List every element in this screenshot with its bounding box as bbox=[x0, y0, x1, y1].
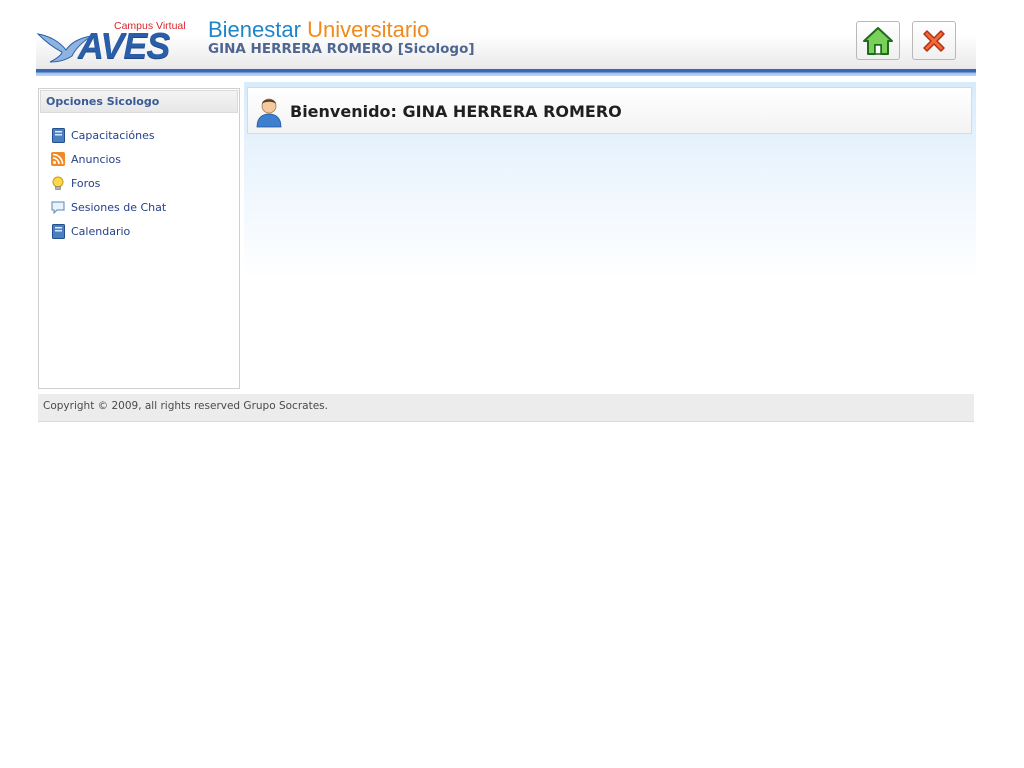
lightbulb-icon bbox=[51, 176, 65, 190]
close-icon bbox=[923, 29, 945, 52]
book-icon bbox=[51, 127, 65, 143]
app-title: Bienestar Universitario bbox=[208, 18, 429, 42]
sidebar: Opciones Sicologo Capacitaciónes Anuncio… bbox=[38, 88, 240, 389]
sidebar-item-label: Sesiones de Chat bbox=[71, 200, 167, 214]
sidebar-item-calendario[interactable]: Calendario bbox=[51, 219, 166, 243]
home-button[interactable] bbox=[856, 21, 900, 60]
footer: Copyright © 2009, all rights reserved Gr… bbox=[38, 394, 974, 422]
sidebar-item-label: Calendario bbox=[71, 224, 131, 238]
sidebar-item-foros[interactable]: Foros bbox=[51, 171, 166, 195]
sidebar-item-label: Capacitaciónes bbox=[71, 128, 155, 142]
sidebar-item-label: Foros bbox=[71, 176, 101, 190]
header-divider bbox=[36, 69, 976, 76]
sidebar-item-capacitaciones[interactable]: Capacitaciónes bbox=[51, 123, 166, 147]
welcome-panel: Bienvenido: GINA HERRERA ROMERO bbox=[247, 87, 972, 134]
welcome-message: Bienvenido: GINA HERRERA ROMERO bbox=[290, 102, 622, 121]
app-title-part2: Universitario bbox=[307, 17, 430, 42]
sidebar-menu: Capacitaciónes Anuncios Foros Sesiones d… bbox=[51, 123, 166, 243]
sidebar-item-label: Anuncios bbox=[71, 152, 122, 166]
copyright-text: Copyright © 2009, all rights reserved Gr… bbox=[43, 400, 328, 412]
chat-bubble-icon bbox=[51, 200, 65, 214]
user-avatar-icon bbox=[256, 98, 282, 128]
app-title-part1: Bienestar bbox=[208, 17, 301, 42]
logout-button[interactable] bbox=[912, 21, 956, 60]
sidebar-item-sesiones-chat[interactable]: Sesiones de Chat bbox=[51, 195, 166, 219]
sidebar-item-anuncios[interactable]: Anuncios bbox=[51, 147, 166, 171]
logo-aves-text: AVES bbox=[78, 25, 170, 66]
user-role-label: GINA HERRERA ROMERO [Sicologo] bbox=[208, 41, 475, 57]
rss-icon bbox=[51, 152, 65, 166]
home-icon bbox=[863, 26, 893, 55]
aves-logo[interactable]: Campus Virtual AVES bbox=[36, 18, 188, 68]
book-icon bbox=[51, 223, 65, 239]
header: Campus Virtual AVES Bienestar Universita… bbox=[36, 0, 976, 76]
sidebar-heading: Opciones Sicologo bbox=[40, 90, 238, 113]
